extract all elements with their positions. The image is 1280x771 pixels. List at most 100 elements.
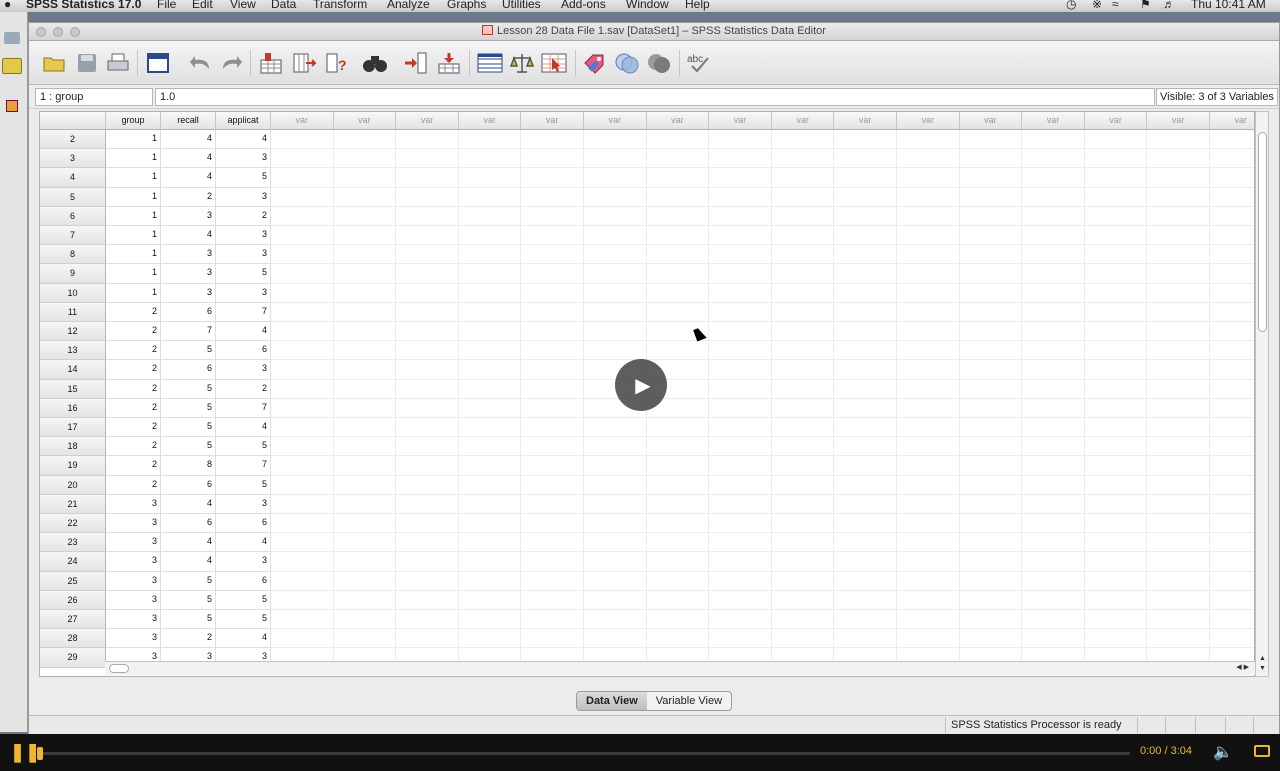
grid-cell[interactable]: 2 <box>216 379 271 399</box>
empty-cell[interactable] <box>959 149 1023 169</box>
grid-cell[interactable]: 3 <box>106 629 161 649</box>
empty-cell[interactable] <box>1022 226 1085 246</box>
empty-cell[interactable] <box>1210 610 1254 630</box>
column-header-applicat[interactable]: applicat <box>216 112 271 130</box>
empty-cell[interactable] <box>271 187 334 207</box>
empty-cell[interactable] <box>1022 437 1085 457</box>
empty-cell[interactable] <box>897 475 960 495</box>
empty-cell[interactable] <box>646 571 710 591</box>
grid-cell[interactable]: 5 <box>161 379 216 399</box>
empty-cell[interactable] <box>333 264 397 284</box>
grid-cell[interactable]: 2 <box>106 475 161 495</box>
volume-menu-icon[interactable]: ♬ <box>1163 0 1175 11</box>
menu-file[interactable]: File <box>157 0 176 11</box>
empty-cell[interactable] <box>271 475 334 495</box>
grid-cell[interactable]: 4 <box>216 130 271 150</box>
empty-cell[interactable] <box>521 341 584 361</box>
empty-cell[interactable] <box>458 610 522 630</box>
grid-cell[interactable]: 3 <box>216 149 271 169</box>
empty-cell[interactable] <box>333 283 397 303</box>
empty-cell[interactable] <box>709 168 772 188</box>
empty-cell[interactable] <box>1084 360 1148 380</box>
empty-cell[interactable] <box>959 168 1023 188</box>
empty-cell[interactable] <box>271 533 334 553</box>
grid-cell[interactable]: 5 <box>216 610 271 630</box>
grid-cell[interactable]: 2 <box>216 206 271 226</box>
empty-cell[interactable] <box>584 149 647 169</box>
empty-cell[interactable] <box>897 571 960 591</box>
grid-corner[interactable] <box>40 112 106 130</box>
empty-cell[interactable] <box>458 149 522 169</box>
grid-cell[interactable]: 3 <box>216 494 271 514</box>
empty-cell[interactable] <box>1022 283 1085 303</box>
empty-cell[interactable] <box>897 130 960 150</box>
row-number[interactable]: 28 <box>40 629 106 649</box>
empty-cell[interactable] <box>333 187 397 207</box>
grid-cell[interactable]: 1 <box>106 187 161 207</box>
empty-cell[interactable] <box>771 341 835 361</box>
empty-cell[interactable] <box>897 629 960 649</box>
desktop-folder-icon[interactable] <box>2 58 22 74</box>
grid-cell[interactable]: 2 <box>161 629 216 649</box>
empty-cell[interactable] <box>458 130 522 150</box>
empty-cell[interactable] <box>1210 533 1254 553</box>
empty-cell[interactable] <box>521 571 584 591</box>
menu-clock[interactable]: Thu 10:41 AM <box>1191 0 1266 11</box>
row-number[interactable]: 7 <box>40 226 106 246</box>
empty-cell[interactable] <box>1210 456 1254 476</box>
grid-cell[interactable]: 6 <box>216 571 271 591</box>
empty-cell[interactable] <box>1022 629 1085 649</box>
empty-cell[interactable] <box>771 283 835 303</box>
row-number[interactable]: 11 <box>40 302 106 322</box>
empty-cell[interactable] <box>771 418 835 438</box>
column-header-var[interactable]: var <box>333 112 397 130</box>
empty-cell[interactable] <box>1147 168 1210 188</box>
grid-cell[interactable]: 4 <box>216 418 271 438</box>
empty-cell[interactable] <box>646 264 710 284</box>
empty-cell[interactable] <box>458 494 522 514</box>
empty-cell[interactable] <box>521 168 584 188</box>
empty-cell[interactable] <box>959 610 1023 630</box>
empty-cell[interactable] <box>1084 379 1148 399</box>
empty-cell[interactable] <box>959 494 1023 514</box>
empty-cell[interactable] <box>396 456 459 476</box>
empty-cell[interactable] <box>709 475 772 495</box>
bluetooth-icon[interactable]: ※ <box>1092 0 1102 11</box>
empty-cell[interactable] <box>458 360 522 380</box>
desktop-file-icon[interactable] <box>6 100 18 112</box>
grid-cell[interactable]: 2 <box>106 341 161 361</box>
value-labels-icon[interactable] <box>582 51 608 75</box>
empty-cell[interactable] <box>1022 533 1085 553</box>
menu-help[interactable]: Help <box>685 0 710 11</box>
undo-icon[interactable] <box>188 51 214 75</box>
empty-cell[interactable] <box>521 149 584 169</box>
flag-icon[interactable]: ⚑ <box>1140 0 1151 11</box>
empty-cell[interactable] <box>834 494 897 514</box>
empty-cell[interactable] <box>771 187 835 207</box>
empty-cell[interactable] <box>521 610 584 630</box>
grid-cell[interactable]: 7 <box>216 398 271 418</box>
empty-cell[interactable] <box>584 245 647 265</box>
empty-cell[interactable] <box>771 398 835 418</box>
empty-cell[interactable] <box>709 245 772 265</box>
empty-cell[interactable] <box>1147 341 1210 361</box>
empty-cell[interactable] <box>897 590 960 610</box>
empty-cell[interactable] <box>271 610 334 630</box>
column-header-var[interactable]: var <box>771 112 835 130</box>
empty-cell[interactable] <box>521 494 584 514</box>
grid-cell[interactable]: 4 <box>216 533 271 553</box>
menu-add-ons[interactable]: Add-ons <box>561 0 606 11</box>
empty-cell[interactable] <box>709 398 772 418</box>
grid-cell[interactable]: 5 <box>161 590 216 610</box>
empty-cell[interactable] <box>521 130 584 150</box>
empty-cell[interactable] <box>709 590 772 610</box>
empty-cell[interactable] <box>1022 149 1085 169</box>
empty-cell[interactable] <box>646 168 710 188</box>
empty-cell[interactable] <box>396 533 459 553</box>
empty-cell[interactable] <box>771 475 835 495</box>
empty-cell[interactable] <box>897 149 960 169</box>
empty-cell[interactable] <box>646 610 710 630</box>
empty-cell[interactable] <box>1210 476 1254 495</box>
empty-cell[interactable] <box>271 341 334 361</box>
empty-cell[interactable] <box>396 187 459 207</box>
